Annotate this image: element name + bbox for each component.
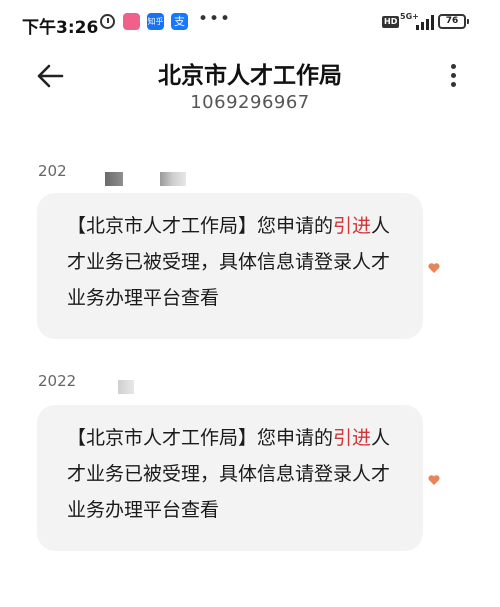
status-bar: 下午3:26 知乎 支 ••• HD 5G+ 76 (0, 0, 500, 46)
message-text: 【北京市人才工作局】您申请的 (67, 427, 334, 449)
more-options-icon[interactable] (444, 62, 464, 90)
heart-icon (428, 263, 440, 273)
signal-icon (412, 14, 434, 30)
message-timestamp: 2022 (38, 372, 77, 390)
hd-badge: HD (382, 16, 400, 28)
contact-title: 北京市人才工作局 (158, 63, 342, 89)
battery-icon: 76 (438, 14, 469, 29)
status-time: 下午3:26 (22, 18, 99, 38)
heart-icon (428, 475, 440, 485)
more-notifications-icon: ••• (198, 9, 232, 29)
redacted-blur (118, 380, 134, 394)
alarm-icon (100, 14, 115, 29)
message-bubble[interactable]: 【北京市人才工作局】您申请的引进人才业务已被受理，具体信息请登录人才业务办理平台… (37, 405, 423, 551)
message-bubble[interactable]: 【北京市人才工作局】您申请的引进人才业务已被受理，具体信息请登录人才业务办理平台… (37, 193, 423, 339)
contact-number: 1069296967 (190, 92, 310, 113)
redacted-blur (105, 172, 123, 186)
message-timestamp: 202 (38, 162, 67, 180)
message-text: 【北京市人才工作局】您申请的 (67, 215, 334, 237)
message-highlight: 引进 (333, 427, 372, 449)
zhihu-icon: 知乎 (147, 13, 164, 30)
pink-app-icon (123, 13, 140, 30)
alipay-icon: 支 (171, 13, 188, 30)
message-highlight: 引进 (333, 215, 372, 237)
redacted-blur (160, 172, 186, 186)
